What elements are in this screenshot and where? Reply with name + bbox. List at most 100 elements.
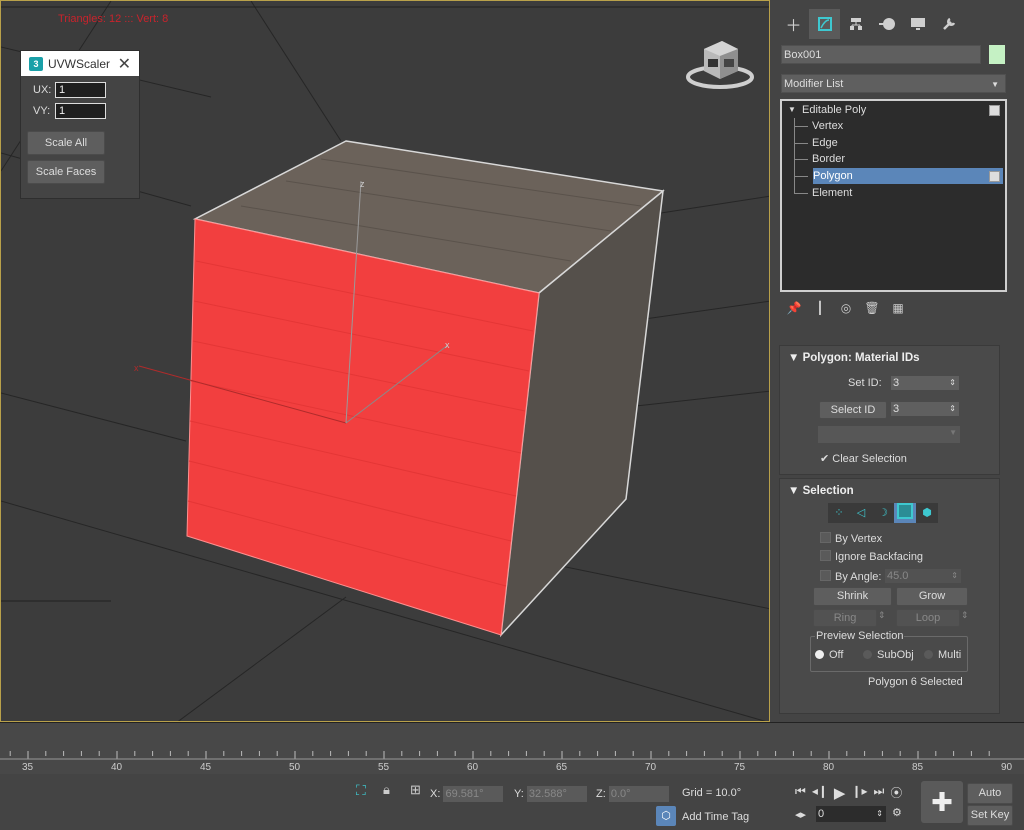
modifier-toggle-checkbox[interactable] [989, 105, 1000, 116]
z-coordinate[interactable]: Z: 0.0° [596, 786, 669, 802]
preview-multi-radio[interactable]: Multi [924, 649, 961, 661]
selection-title-text: Selection [802, 485, 854, 497]
ignore-backfacing-checkbox[interactable]: Ignore Backfacing [820, 550, 923, 563]
spinner-arrows-icon[interactable]: ⇕ [876, 806, 883, 822]
perspective-viewport[interactable]: x x z Triangles: 12 ::: Vert: 8 3 UVWSca… [0, 0, 770, 722]
timeline-tick-label: 55 [378, 762, 390, 773]
edge-mode-icon[interactable]: ◁ [850, 503, 872, 523]
stack-item-label: Border [812, 153, 846, 165]
set-key-button[interactable]: Set Key [967, 805, 1013, 826]
clear-selection-checkbox[interactable]: ✔ Clear Selection [820, 452, 907, 465]
stack-tools: 📌 ┃ ◎ 🗑 ▦ [785, 301, 907, 315]
material-name-dropdown[interactable]: ▼ [818, 426, 960, 443]
spinner-arrows-icon[interactable]: ⇕ [951, 569, 958, 583]
object-name-field[interactable]: Box001 [781, 45, 981, 64]
select-id-value: 3 [893, 403, 900, 415]
scale-faces-button[interactable]: Scale Faces [27, 160, 105, 184]
border-mode-icon[interactable]: ☽ [872, 503, 894, 523]
element-mode-icon[interactable]: ⬢ [916, 503, 938, 523]
preview-subobj-label: SubObj [877, 649, 914, 661]
stack-item-editable-poly[interactable]: ▼ Editable Poly [782, 102, 1005, 118]
ring-spinner-icon[interactable]: ⇕ [878, 610, 886, 621]
x-coordinate[interactable]: X: 69.581° [430, 786, 504, 802]
ux-input[interactable]: 1 [55, 82, 106, 98]
scale-all-button[interactable]: Scale All [27, 131, 105, 155]
clear-selection-label: Clear Selection [832, 453, 907, 465]
by-angle-spinner[interactable]: 45.0 ⇕ [885, 569, 961, 583]
stack-item-polygon[interactable]: Polygon [813, 168, 1003, 184]
add-time-tag-label[interactable]: Add Time Tag [682, 811, 749, 823]
subobject-mode-bar: ⁘ ◁ ☽ ⬢ [828, 503, 938, 523]
track-bar[interactable]: 35 40 45 50 55 60 65 70 75 80 85 90 [0, 722, 1024, 775]
selection-title[interactable]: ▼ Selection [788, 485, 999, 497]
absolute-mode-icon[interactable]: ⊞ [410, 782, 421, 798]
z-value-field[interactable]: 0.0° [608, 786, 669, 802]
motion-tab-icon[interactable] [871, 9, 902, 39]
hierarchy-tab-icon[interactable] [840, 9, 871, 39]
selection-lock-icon[interactable]: ⛶ [356, 782, 366, 799]
utilities-tab-icon[interactable] [933, 9, 964, 39]
stack-item-edge[interactable]: Edge [782, 135, 1005, 151]
pin-stack-icon[interactable]: 📌 [785, 301, 803, 315]
preview-off-radio[interactable]: Off [815, 649, 843, 661]
close-icon[interactable]: ✕ [118, 54, 131, 74]
create-tab-icon[interactable]: ＋ [778, 9, 809, 39]
lock-icon[interactable]: 🔒︎ [383, 782, 390, 798]
grid-size: Grid = 10.0° [682, 787, 742, 799]
modify-tab-icon[interactable] [809, 9, 840, 39]
time-config-icon[interactable]: ◂▸ [795, 808, 806, 821]
previous-frame-icon[interactable]: ◂❙ [812, 784, 828, 802]
display-tab-icon[interactable] [902, 9, 933, 39]
vertex-mode-icon[interactable]: ⁘ [828, 503, 850, 523]
show-end-result-icon[interactable]: ┃ [811, 301, 829, 315]
uvw-scaler-titlebar[interactable]: 3 UVWScaler ✕ [21, 51, 139, 76]
stack-root-label: Editable Poly [802, 104, 867, 116]
set-id-spinner[interactable]: 3 ⇕ [891, 376, 959, 390]
set-key-big-icon[interactable]: ✚ [921, 781, 963, 823]
time-tag-icon[interactable]: ⬡ [656, 806, 676, 826]
spinner-arrows-icon[interactable]: ⇕ [949, 376, 956, 390]
configure-modifier-sets-icon[interactable]: ▦ [889, 301, 907, 315]
material-ids-rollout: ▼ Polygon: Material IDs Set ID: 3 ⇕ Selec… [779, 345, 1000, 475]
timeline-tick-label: 60 [467, 762, 479, 773]
radio-dot [863, 650, 872, 659]
key-mode-icon[interactable]: ⦿ [890, 784, 902, 802]
material-ids-title[interactable]: ▼ Polygon: Material IDs [788, 352, 999, 364]
current-frame-value: 0 [818, 808, 825, 820]
expand-triangle-icon[interactable]: ▼ [788, 102, 796, 118]
y-value-field[interactable]: 32.588° [526, 786, 587, 802]
ring-button[interactable]: Ring [813, 609, 877, 627]
x-value-field[interactable]: 69.581° [443, 786, 504, 802]
object-color-swatch[interactable] [989, 45, 1005, 64]
by-angle-checkbox[interactable]: By Angle: [820, 570, 881, 583]
stack-item-vertex[interactable]: Vertex [782, 118, 1005, 134]
subobject-checkbox[interactable] [989, 171, 1000, 182]
loop-button[interactable]: Loop [896, 609, 960, 627]
select-id-spinner[interactable]: 3 ⇕ [891, 402, 959, 416]
play-icon[interactable]: ▶ [834, 784, 846, 802]
chevron-down-icon: ▼ [991, 80, 999, 89]
auto-key-button[interactable]: Auto Key [967, 783, 1013, 818]
preview-subobj-radio[interactable]: SubObj [863, 649, 914, 661]
by-vertex-checkbox[interactable]: By Vertex [820, 532, 882, 545]
select-id-button[interactable]: Select ID [819, 401, 887, 419]
stack-item-element[interactable]: Element [782, 185, 1005, 201]
stack-item-label: Polygon [813, 170, 853, 182]
shrink-button[interactable]: Shrink [813, 587, 892, 606]
time-configuration-icon[interactable]: ⚙ [892, 806, 902, 819]
stack-item-border[interactable]: Border [782, 151, 1005, 167]
grow-button[interactable]: Grow [896, 587, 968, 606]
spinner-arrows-icon[interactable]: ⇕ [949, 402, 956, 416]
loop-spinner-icon[interactable]: ⇕ [961, 610, 969, 621]
modifier-list-dropdown[interactable]: Modifier List ▼ [781, 74, 1006, 93]
go-to-end-icon[interactable]: ⏭ [874, 784, 885, 802]
vy-input[interactable]: 1 [55, 103, 106, 119]
go-to-start-icon[interactable]: ⏮ [795, 784, 806, 802]
viewcube-icon[interactable] [684, 39, 756, 94]
next-frame-icon[interactable]: ❙▸ [851, 784, 867, 802]
remove-modifier-icon[interactable]: 🗑 [863, 301, 881, 315]
current-frame-spinner[interactable]: 0 ⇕ [816, 806, 886, 822]
y-coordinate[interactable]: Y: 32.588° [514, 786, 587, 802]
make-unique-icon[interactable]: ◎ [837, 301, 855, 315]
polygon-mode-icon[interactable] [894, 503, 916, 523]
